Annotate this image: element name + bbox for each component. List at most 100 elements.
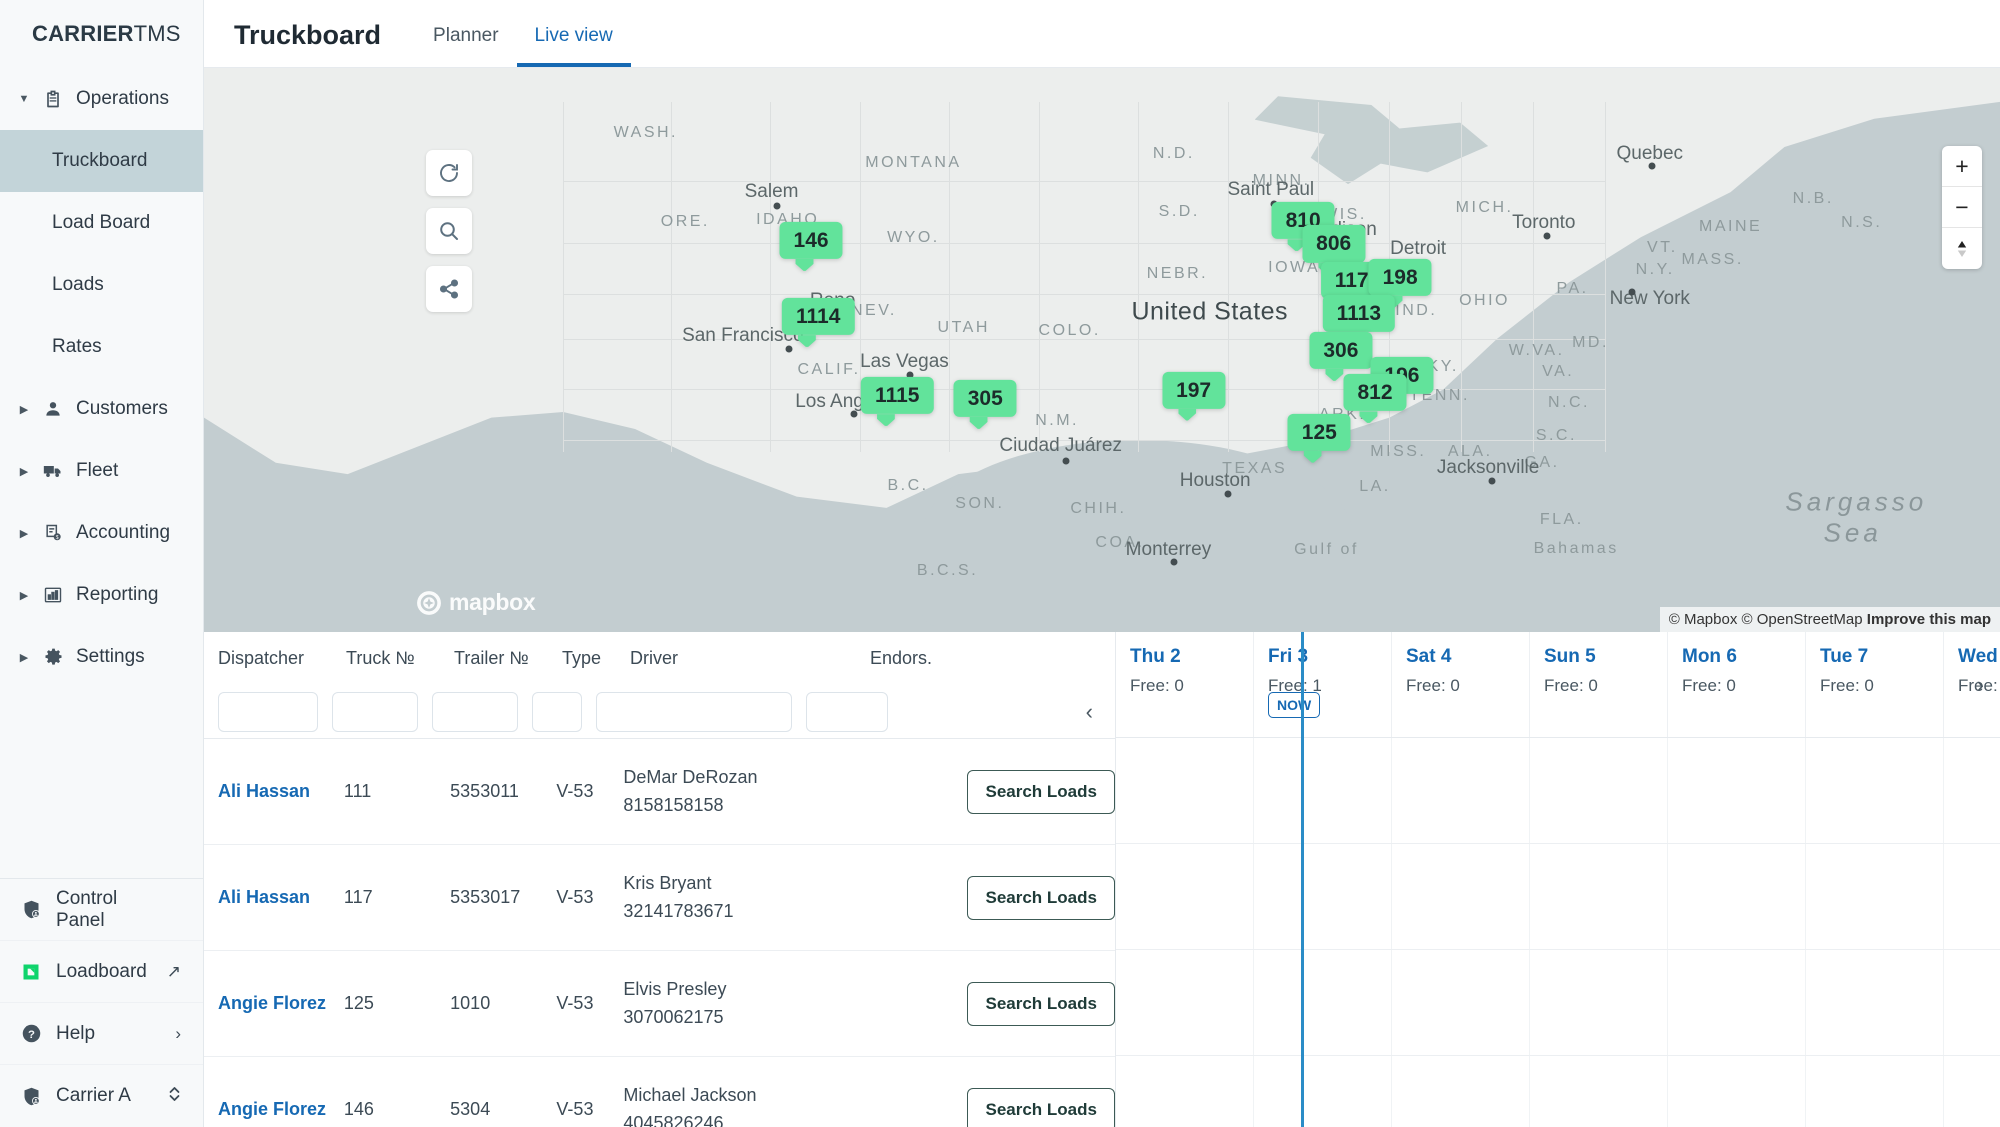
tab-planner[interactable]: Planner (415, 26, 517, 67)
timeline-slot[interactable] (1392, 1056, 1530, 1127)
sidebar-item-control-panel[interactable]: Control Panel (0, 879, 203, 941)
sidebar-item-loads[interactable]: Loads (0, 254, 203, 316)
timeline-slot[interactable] (1944, 738, 2000, 843)
timeline-slot[interactable] (1254, 738, 1392, 843)
sidebar-item-load-board[interactable]: Load Board (0, 192, 203, 254)
timeline-slot[interactable] (1530, 950, 1668, 1055)
filter-input-endorsements[interactable] (806, 691, 888, 732)
map-truck-marker[interactable]: 1114 (782, 298, 855, 348)
sidebar-item-loadboard[interactable]: Loadboard ↗ (0, 941, 203, 1003)
timeline-row[interactable] (1116, 738, 2000, 844)
map-truck-marker[interactable]: 1115 (861, 377, 934, 427)
refresh-icon[interactable] (426, 150, 472, 196)
brand-logo[interactable]: CARRIER TMS (0, 0, 203, 68)
share-icon[interactable] (426, 266, 472, 312)
timeline-row[interactable] (1116, 1056, 2000, 1127)
timeline-day-cell[interactable]: Sun 5 Free: 0 (1530, 632, 1668, 737)
column-header-endorsements[interactable]: Endors. (856, 648, 966, 669)
search-loads-button[interactable]: Search Loads (967, 981, 1115, 1026)
sidebar-group-label: Accounting (76, 522, 171, 543)
timeline-slot[interactable] (1668, 844, 1806, 949)
map-truck-marker[interactable]: 305 (953, 379, 1017, 429)
timeline-slot[interactable] (1116, 738, 1254, 843)
sidebar-item-carrier-switcher[interactable]: Carrier A (0, 1065, 203, 1127)
timeline-slot[interactable] (1944, 844, 2000, 949)
timeline-day-cell[interactable]: Thu 2 Free: 0 (1116, 632, 1254, 737)
next-days-button[interactable]: › (1977, 672, 1984, 698)
timeline-slot[interactable] (1806, 950, 1944, 1055)
fleet-map[interactable]: WASH. MONTANA N.D. MINN. S.D. WIS. MICH. ORE. ID… (204, 68, 2000, 632)
map-truck-marker[interactable]: 812 (1343, 374, 1407, 424)
timeline-slot[interactable] (1806, 1056, 1944, 1127)
map-truck-marker[interactable]: 146 (779, 221, 843, 272)
timeline-slot[interactable] (1806, 844, 1944, 949)
sidebar-group-operations[interactable]: ▼ Operations (0, 68, 203, 130)
timeline-slot[interactable] (1392, 738, 1530, 843)
timeline-day-cell[interactable]: Wed 8Free: 0 (1944, 632, 2000, 737)
map-truck-marker[interactable]: 197 (1162, 371, 1226, 421)
search-loads-button[interactable]: Search Loads (967, 769, 1115, 814)
cell-dispatcher[interactable]: Ali Hassan (204, 886, 330, 909)
tab-live-view[interactable]: Live view (516, 26, 631, 67)
collapse-columns-button[interactable]: ‹ (1086, 699, 1093, 725)
timeline-slot[interactable] (1116, 950, 1254, 1055)
timeline-slot[interactable] (1392, 950, 1530, 1055)
map-truck-marker[interactable]: 125 (1287, 413, 1351, 463)
mapbox-logo[interactable]: mapbox (416, 589, 536, 616)
sidebar-item-truckboard[interactable]: Truckboard (0, 130, 203, 192)
cell-dispatcher[interactable]: Ali Hassan (204, 780, 330, 803)
improve-map-link[interactable]: Improve this map (1867, 611, 1991, 628)
timeline-day-cell[interactable]: Fri 3 Free: 1 NOW (1254, 632, 1392, 737)
zoom-out-icon[interactable]: − (1942, 187, 1982, 228)
timeline-slot[interactable] (1944, 950, 2000, 1055)
timeline-slot[interactable] (1668, 950, 1806, 1055)
timeline-slot[interactable] (1392, 844, 1530, 949)
column-header-trailer[interactable]: Trailer № (440, 648, 548, 669)
timeline-slot[interactable] (1254, 1056, 1392, 1127)
filter-input-driver[interactable] (596, 691, 792, 732)
sidebar-group-settings[interactable]: ▶ Settings (0, 626, 203, 688)
column-header-dispatcher[interactable]: Dispatcher (204, 648, 332, 669)
sidebar-group-fleet[interactable]: ▶ Fleet (0, 440, 203, 502)
filter-input-dispatcher[interactable] (218, 691, 318, 732)
invoice-dollar-icon: $ (42, 522, 64, 544)
timeline-slot[interactable] (1668, 1056, 1806, 1127)
timeline-slot[interactable] (1530, 1056, 1668, 1127)
timeline-slot[interactable] (1668, 738, 1806, 843)
column-header-truck[interactable]: Truck № (332, 648, 440, 669)
cell-dispatcher[interactable]: Angie Florez (204, 992, 330, 1015)
compass-icon[interactable] (1942, 228, 1982, 269)
table-row[interactable]: Angie Florez 146 5304 V-53 Michael Jackson 40… (204, 1057, 1115, 1127)
sidebar-item-rates[interactable]: Rates (0, 316, 203, 378)
table-row[interactable]: Ali Hassan 111 5353011 V-53 DeMar DeRozan 815… (204, 739, 1115, 845)
search-loads-button[interactable]: Search Loads (967, 1087, 1115, 1127)
table-row[interactable]: Angie Florez 125 1010 V-53 Elvis Presley 3070… (204, 951, 1115, 1057)
timeline-slot[interactable] (1116, 844, 1254, 949)
sidebar-group-customers[interactable]: ▶ Customers (0, 378, 203, 440)
timeline-slot[interactable] (1530, 738, 1668, 843)
timeline-day-cell[interactable]: Mon 6 Free: 0 (1668, 632, 1806, 737)
sidebar-group-reporting[interactable]: ▶ Reporting (0, 564, 203, 626)
sidebar-group-accounting[interactable]: ▶ $ Accounting (0, 502, 203, 564)
timeline-day-cell[interactable]: Sat 4 Free: 0 (1392, 632, 1530, 737)
timeline-slot[interactable] (1530, 844, 1668, 949)
search-icon[interactable] (426, 208, 472, 254)
zoom-in-icon[interactable]: + (1942, 146, 1982, 187)
filter-input-trailer[interactable] (432, 691, 518, 732)
filter-input-truck[interactable] (332, 691, 418, 732)
column-header-driver[interactable]: Driver (616, 648, 856, 669)
timeline-slot[interactable] (1116, 1056, 1254, 1127)
column-header-type[interactable]: Type (548, 648, 616, 669)
timeline-slot[interactable] (1254, 950, 1392, 1055)
timeline-day-cell[interactable]: Tue 7 Free: 0 (1806, 632, 1944, 737)
timeline-slot[interactable] (1254, 844, 1392, 949)
timeline-slot[interactable] (1806, 738, 1944, 843)
timeline-row[interactable] (1116, 844, 2000, 950)
sidebar-item-help[interactable]: ? Help › (0, 1003, 203, 1065)
filter-input-type[interactable] (532, 691, 582, 732)
timeline-row[interactable] (1116, 950, 2000, 1056)
table-row[interactable]: Ali Hassan 117 5353017 V-53 Kris Bryant 32141… (204, 845, 1115, 951)
cell-dispatcher[interactable]: Angie Florez (204, 1098, 330, 1121)
timeline-slot[interactable] (1944, 1056, 2000, 1127)
search-loads-button[interactable]: Search Loads (967, 875, 1115, 920)
